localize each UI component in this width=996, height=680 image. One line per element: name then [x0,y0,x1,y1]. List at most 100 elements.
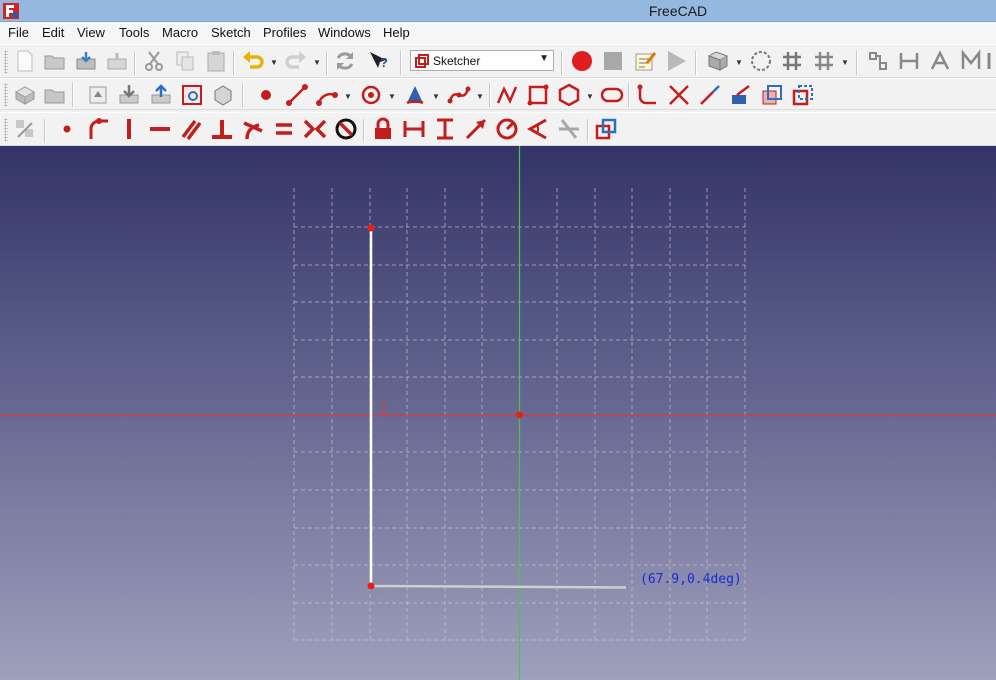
construction-mode-icon[interactable] [790,82,816,108]
external-geometry-icon[interactable] [728,82,754,108]
fillet-icon[interactable] [635,82,661,108]
menu-file[interactable]: File [5,25,32,40]
point-on-object-icon[interactable] [85,116,111,142]
select-constraints-icon[interactable] [958,48,984,74]
mirror-sketch-icon[interactable] [896,48,922,74]
arc-icon[interactable] [314,82,340,108]
symmetric-constraint-icon[interactable] [302,116,328,142]
point-icon[interactable] [253,82,279,108]
sketch-point-bottom[interactable] [367,582,375,590]
macro-play-icon[interactable] [663,48,689,74]
validate-sketch-icon[interactable] [179,82,205,108]
toolbar-grip[interactable] [4,50,8,74]
redo-dropdown-icon[interactable]: ▼ [313,57,321,67]
save-as-icon[interactable] [104,48,130,74]
open-sketch-icon[interactable] [42,82,68,108]
toolbar-separator [72,83,74,107]
open-document-icon[interactable] [42,48,68,74]
reorient-icon[interactable] [210,82,236,108]
workbench-name: Sketcher [433,54,481,68]
rectangle-icon[interactable] [525,82,551,108]
vertical-distance-icon[interactable] [432,116,458,142]
undo-dropdown-icon[interactable]: ▼ [270,57,278,67]
node-dropdown-icon[interactable]: ▼ [841,57,849,67]
view-sketch-icon[interactable] [748,48,774,74]
whats-this-icon[interactable]: ? [366,48,392,74]
tangent-constraint-icon[interactable] [240,116,266,142]
horizontal-constraint-icon[interactable] [147,116,173,142]
menu-tools[interactable]: Tools [116,25,152,40]
workbench-selector[interactable]: Sketcher ▼ [410,50,554,71]
copy-icon[interactable] [172,48,198,74]
perpendicular-constraint-icon[interactable] [209,116,235,142]
toolbar-grip[interactable] [4,118,8,142]
paste-icon[interactable] [203,48,229,74]
undo-icon[interactable] [240,48,266,74]
menu-view[interactable]: View [74,25,108,40]
bspline-icon[interactable] [446,82,472,108]
origin-point[interactable] [516,411,523,419]
snell-law-icon[interactable] [556,116,582,142]
leave-sketch-icon[interactable] [85,82,111,108]
menu-bar: File Edit View Tools Macro Sketch Profil… [0,22,996,44]
close-sketch-icon[interactable] [984,48,996,74]
save-document-icon[interactable] [73,48,99,74]
menu-windows[interactable]: Windows [315,25,374,40]
new-sketch-icon[interactable] [12,82,38,108]
extend-icon[interactable] [697,82,723,108]
geometry-node-icon[interactable] [811,48,837,74]
merge-sketches-icon[interactable] [865,48,891,74]
toolbar-separator [134,51,136,75]
equal-constraint-icon[interactable] [271,116,297,142]
polyline-icon[interactable] [494,82,520,108]
slot-icon[interactable] [599,82,625,108]
menu-macro[interactable]: Macro [159,25,201,40]
carbon-copy-icon[interactable] [759,82,785,108]
construction-toggle-icon[interactable] [593,116,619,142]
macro-stop-icon[interactable] [600,48,626,74]
reorient-sketch-icon[interactable] [148,82,174,108]
line-icon[interactable] [284,82,310,108]
view-fit-icon[interactable] [705,48,731,74]
3d-viewport[interactable]: (67.9,0.4deg) [0,146,996,680]
radius-constraint-icon[interactable] [494,116,520,142]
angle-constraint-icon[interactable] [525,116,551,142]
toggle-driving-icon[interactable] [12,116,38,142]
conic-dropdown-icon[interactable]: ▼ [432,91,440,101]
conic-icon[interactable] [402,82,428,108]
lock-constraint-icon[interactable] [370,116,396,142]
menu-profiles[interactable]: Profiles [260,25,309,40]
macro-edit-icon[interactable] [632,48,658,74]
view-section-icon[interactable] [779,48,805,74]
sketch-canvas[interactable] [0,146,996,680]
horizontal-distance-icon[interactable] [401,116,427,142]
block-constraint-icon[interactable] [333,116,359,142]
vertical-constraint-icon[interactable] [116,116,142,142]
menu-help[interactable]: Help [380,25,413,40]
polygon-dropdown-icon[interactable]: ▼ [586,91,594,101]
distance-constraint-icon[interactable] [463,116,489,142]
constraint-node-icon[interactable] [927,48,953,74]
toolbar-separator [233,51,235,75]
circle-icon[interactable] [358,82,384,108]
toolbar-separator [561,51,563,75]
refresh-icon[interactable] [332,48,358,74]
toolbar-grip[interactable] [4,83,8,107]
trim-icon[interactable] [666,82,692,108]
new-document-icon[interactable] [12,48,38,74]
bspline-dropdown-icon[interactable]: ▼ [476,91,484,101]
circle-dropdown-icon[interactable]: ▼ [388,91,396,101]
toolbar-separator [400,51,402,75]
redo-icon[interactable] [283,48,309,74]
macro-record-icon[interactable] [569,48,595,74]
menu-sketch[interactable]: Sketch [208,25,254,40]
polygon-icon[interactable] [556,82,582,108]
sketch-point-top[interactable] [367,224,375,232]
parallel-constraint-icon[interactable] [178,116,204,142]
arc-dropdown-icon[interactable]: ▼ [344,91,352,101]
map-sketch-icon[interactable] [116,82,142,108]
menu-edit[interactable]: Edit [39,25,67,40]
coincident-constraint-icon[interactable] [54,116,80,142]
cut-icon[interactable] [141,48,167,74]
view-dropdown-icon[interactable]: ▼ [735,57,743,67]
